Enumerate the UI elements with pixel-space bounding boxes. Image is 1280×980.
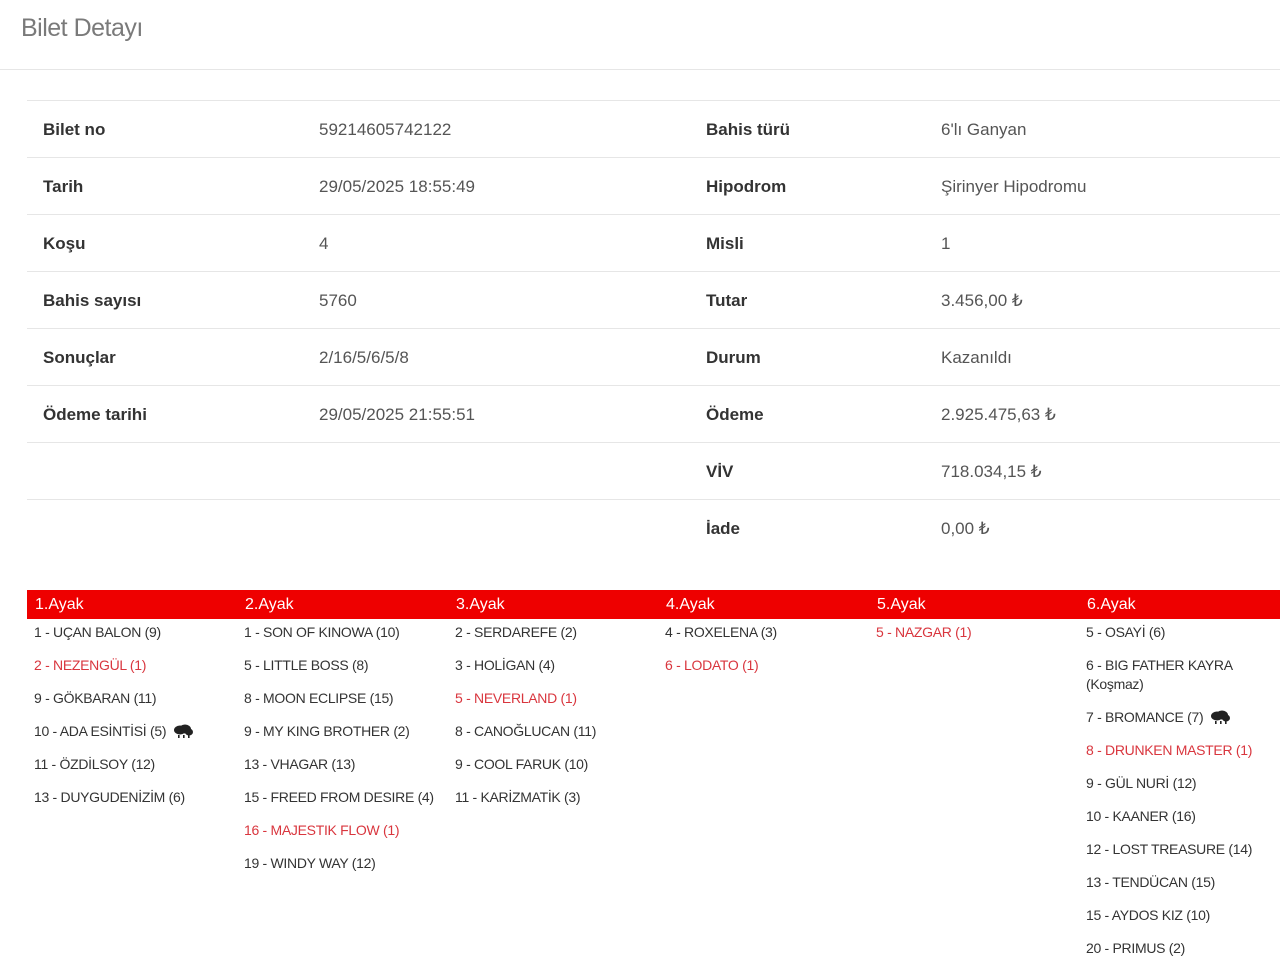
date-label: Tarih [43, 177, 84, 196]
horse-item: 19 - WINDY WAY (12) [244, 855, 376, 871]
horse-item: 4 - ROXELENA (3) [665, 624, 777, 640]
detail-row-viv: VİV 718.034,15 ₺ [27, 443, 1280, 500]
status-label: Durum [706, 348, 761, 367]
results-label: Sonuçlar [43, 348, 116, 367]
horse-item: 20 - PRIMUS (2) [1086, 940, 1185, 956]
detail-row-payment-date: Ödeme tarihi 29/05/2025 21:55:51 Ödeme 2… [27, 386, 1280, 443]
leg-4-title: 4.Ayak [666, 596, 715, 613]
ticket-no-value: 59214605742122 [319, 120, 452, 139]
horse-item: 12 - LOST TREASURE (14) [1086, 841, 1253, 857]
leg-2-title: 2.Ayak [245, 596, 294, 613]
payment-date-label: Ödeme tarihi [43, 405, 147, 424]
detail-row-bet-count: Bahis sayısı 5760 Tutar 3.456,00 ₺ [27, 272, 1280, 329]
status-value: Kazanıldı [941, 348, 1012, 367]
viv-value: 718.034,15 ₺ [941, 462, 1042, 481]
date-value: 29/05/2025 18:55:49 [319, 177, 475, 196]
horse-item-winner: 6 - LODATO (1) [665, 657, 759, 673]
horse-item-winner: 5 - NAZGAR (1) [876, 624, 972, 640]
horse-item: 1 - SON OF KINOWA (10) [244, 624, 400, 640]
payment-date-value: 29/05/2025 21:55:51 [319, 405, 475, 424]
rain-cloud-icon [174, 724, 194, 738]
horse-item: 8 - CANOĞLUCAN (11) [455, 723, 597, 739]
leg-6-list: 5 - OSAYİ (6) 6 - BIG FATHER KAYRA (Koşm… [1086, 623, 1276, 972]
racetrack-label: Hipodrom [706, 177, 787, 196]
racetrack-value: Şirinyer Hipodromu [941, 177, 1087, 196]
refund-value: 0,00 ₺ [941, 519, 990, 538]
legs-section: 1.Ayak 2.Ayak 3.Ayak 4.Ayak 5.Ayak 6.Aya… [27, 590, 1280, 956]
leg-6-title: 6.Ayak [1087, 596, 1136, 613]
horse-item: 13 - DUYGUDENİZİM (6) [34, 789, 185, 805]
horse-item: 9 - COOL FARUK (10) [455, 756, 589, 772]
multiplier-value: 1 [941, 234, 951, 253]
bet-type-value: 6'lı Ganyan [941, 120, 1027, 139]
horse-item-winner: 8 - DRUNKEN MASTER (1) [1086, 742, 1253, 758]
multiplier-label: Misli [706, 234, 744, 253]
page-header: Bilet Detayı [0, 0, 1280, 70]
race-value: 4 [319, 234, 329, 253]
horse-name: 10 - ADA ESİNTİSİ (5) [34, 723, 167, 739]
amount-label: Tutar [706, 291, 748, 310]
payment-value: 2.925.475,63 ₺ [941, 405, 1056, 424]
horse-item: 11 - KARİZMATİK (3) [455, 789, 581, 805]
payment-label: Ödeme [706, 405, 764, 424]
horse-item: 1 - UÇAN BALON (9) [34, 624, 161, 640]
bet-count-value: 5760 [319, 291, 357, 310]
horse-item: 9 - MY KING BROTHER (2) [244, 723, 410, 739]
leg-3-title: 3.Ayak [456, 596, 505, 613]
results-value: 2/16/5/6/5/8 [319, 348, 409, 367]
leg-1-title: 1.Ayak [35, 596, 84, 613]
horse-item: 5 - LITTLE BOSS (8) [244, 657, 369, 673]
horse-item-winner: 2 - NEZENGÜL (1) [34, 657, 147, 673]
horse-item: 3 - HOLİGAN (4) [455, 657, 555, 673]
bet-type-label: Bahis türü [706, 120, 791, 139]
refund-label: İade [706, 519, 741, 538]
ticket-detail-table: Bilet no 59214605742122 Bahis türü 6'lı … [27, 100, 1280, 557]
legs-header-bar: 1.Ayak 2.Ayak 3.Ayak 4.Ayak 5.Ayak 6.Aya… [27, 590, 1280, 619]
ticket-no-label: Bilet no [43, 120, 106, 139]
horse-item: 9 - GÜL NURİ (12) [1086, 775, 1197, 791]
horse-item: 10 - KAANER (16) [1086, 808, 1196, 824]
leg-1-list: 1 - UÇAN BALON (9) 2 - NEZENGÜL (1) 9 - … [34, 623, 234, 821]
leg-5-list: 5 - NAZGAR (1) [876, 623, 1076, 656]
horse-item: 15 - FREED FROM DESIRE (4) [244, 789, 434, 805]
detail-row-ticket-no: Bilet no 59214605742122 Bahis türü 6'lı … [27, 101, 1280, 158]
leg-2-list: 1 - SON OF KINOWA (10) 5 - LITTLE BOSS (… [244, 623, 444, 887]
horse-item: 15 - AYDOS KIZ (10) [1086, 907, 1210, 923]
bet-count-label: Bahis sayısı [43, 291, 142, 310]
horse-item-winner: 5 - NEVERLAND (1) [455, 690, 577, 706]
horse-name: 7 - BROMANCE (7) [1086, 709, 1204, 725]
viv-label: VİV [706, 462, 734, 481]
detail-row-date: Tarih 29/05/2025 18:55:49 Hipodrom Şirin… [27, 158, 1280, 215]
horse-item: 5 - OSAYİ (6) [1086, 624, 1166, 640]
horse-item-winner: 16 - MAJESTIK FLOW (1) [244, 822, 400, 838]
page-title: Bilet Detayı [21, 14, 143, 42]
detail-row-race: Koşu 4 Misli 1 [27, 215, 1280, 272]
leg-4-list: 4 - ROXELENA (3) 6 - LODATO (1) [665, 623, 865, 689]
horse-item: 8 - MOON ECLIPSE (15) [244, 690, 394, 706]
horse-item: 11 - ÖZDİLSOY (12) [34, 756, 155, 772]
horse-item: 10 - ADA ESİNTİSİ (5) [34, 722, 234, 741]
detail-row-results: Sonuçlar 2/16/5/6/5/8 Durum Kazanıldı [27, 329, 1280, 386]
horse-item: 9 - GÖKBARAN (11) [34, 690, 157, 706]
detail-row-refund: İade 0,00 ₺ [27, 500, 1280, 557]
horse-item: 13 - VHAGAR (13) [244, 756, 356, 772]
leg-3-list: 2 - SERDAREFE (2) 3 - HOLİGAN (4) 5 - NE… [455, 623, 655, 821]
amount-value: 3.456,00 ₺ [941, 291, 1023, 310]
horse-item: 2 - SERDAREFE (2) [455, 624, 577, 640]
leg-5-title: 5.Ayak [877, 596, 926, 613]
horse-item: 6 - BIG FATHER KAYRA (Koşmaz) [1086, 657, 1232, 692]
rain-cloud-icon [1211, 710, 1231, 724]
horse-item: 13 - TENDÜCAN (15) [1086, 874, 1215, 890]
race-label: Koşu [43, 234, 86, 253]
horse-item: 7 - BROMANCE (7) [1086, 708, 1276, 727]
